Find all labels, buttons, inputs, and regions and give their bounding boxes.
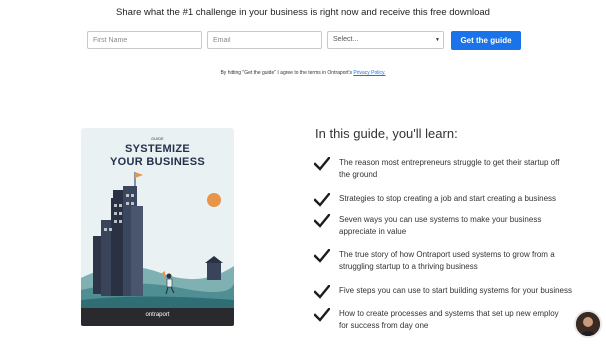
chat-avatar[interactable] xyxy=(574,310,602,338)
headline: Share what the #1 challenge in your busi… xyxy=(116,7,490,18)
book-cover-art: GUIDE SYSTEMIZE YOUR BUSINESS xyxy=(81,128,234,308)
book-label: GUIDE xyxy=(151,137,164,141)
checkmark-icon xyxy=(314,193,330,207)
list-item-line2: the ground xyxy=(339,170,378,179)
terms-text: By hitting "Get the guide" I agree to th… xyxy=(220,70,352,76)
book-title: SYSTEMIZE YOUR BUSINESS xyxy=(81,143,234,169)
list-item-line1: Five steps you can use to start building… xyxy=(339,286,572,295)
checkmark-icon xyxy=(314,157,330,171)
list-item-line1: The reason most entrepreneurs struggle t… xyxy=(339,158,560,167)
book-title-line2: YOUR BUSINESS xyxy=(110,156,205,168)
person-avatar-icon xyxy=(576,312,600,336)
guide-list-title: In this guide, you'll learn: xyxy=(315,126,458,141)
list-item-line2: appreciate in value xyxy=(339,227,407,236)
first-name-input[interactable] xyxy=(87,31,202,49)
book-title-line1: SYSTEMIZE xyxy=(124,143,191,155)
checkmark-icon xyxy=(314,249,330,263)
list-item-line2: struggling startup to a thriving busines… xyxy=(339,262,478,271)
list-item-line1: Seven ways you can use systems to make y… xyxy=(339,215,542,224)
challenge-select-value: Select... xyxy=(333,36,359,43)
get-guide-button[interactable]: Get the guide xyxy=(451,31,521,50)
challenge-select[interactable]: Select... ▼ xyxy=(327,31,444,49)
privacy-policy-link[interactable]: Privacy Policy. xyxy=(353,70,385,76)
book-brand: ontraport xyxy=(145,312,170,318)
list-item-line1: The true story of how Ontraport used sys… xyxy=(339,250,555,259)
list-item-line1: How to create processes and systems that… xyxy=(339,309,559,318)
list-item-line1: Strategies to stop creating a job and st… xyxy=(339,194,557,203)
checkmark-icon xyxy=(314,308,330,322)
guide-book-cover: GUIDE SYSTEMIZE YOUR BUSINESS ontraport xyxy=(81,128,234,326)
chevron-down-icon: ▼ xyxy=(435,37,440,43)
terms-notice: By hitting "Get the guide" I agree to th… xyxy=(0,70,606,76)
email-input[interactable] xyxy=(207,31,322,49)
checkmark-icon xyxy=(314,285,330,299)
list-item-line2: for success from day one xyxy=(339,321,429,330)
checkmark-icon xyxy=(314,214,330,228)
